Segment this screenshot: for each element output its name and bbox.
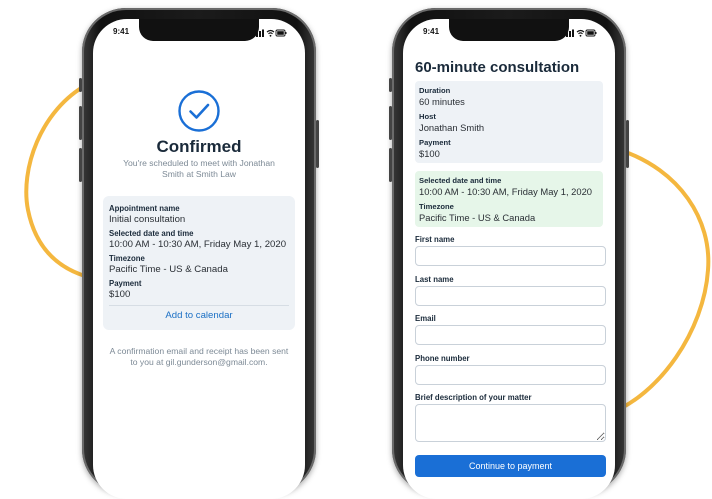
detail-value: Initial consultation [109, 214, 186, 225]
add-to-calendar-link[interactable]: Add to calendar [103, 310, 295, 321]
matter-description-label: Brief description of your matter [415, 393, 532, 402]
detail-label: Selected date and time [109, 229, 194, 238]
schedule-value: 10:00 AM - 10:30 AM, Friday May 1, 2020 [419, 186, 593, 197]
status-time: 9:41 [113, 27, 130, 36]
confirmation-subtitle: You're scheduled to meet with Jonathan S… [123, 158, 275, 179]
email-label: Email [415, 314, 436, 323]
matter-description-textarea[interactable] [415, 404, 606, 442]
signal-icon [563, 29, 574, 37]
email-input[interactable] [415, 325, 606, 345]
phone-booking-form: 9:41 60-minute consultation Duration 60 … [389, 8, 629, 499]
status-time: 9:41 [423, 27, 440, 36]
volume-up-button [389, 106, 392, 140]
status-icons [563, 29, 597, 37]
status-bar: 9:41 [93, 27, 305, 41]
detail-value: Pacific Time - US & Canada [109, 264, 228, 275]
detail-value: $100 [109, 289, 131, 300]
power-button [626, 120, 629, 168]
volume-up-button [79, 106, 82, 140]
wifi-icon [576, 29, 585, 37]
detail-label: Payment [109, 279, 142, 288]
summary-label: Duration [419, 86, 451, 95]
battery-icon [585, 29, 597, 37]
card-divider [109, 305, 289, 306]
summary-label: Host [419, 112, 436, 121]
summary-value: 60 minutes [419, 96, 465, 107]
mute-switch [79, 78, 82, 92]
phone-number-input[interactable] [415, 365, 606, 385]
continue-to-payment-button[interactable]: Continue to payment [415, 455, 606, 477]
confirmation-title: Confirmed [156, 137, 242, 156]
selected-schedule-card: Selected date and time 10:00 AM - 10:30 … [415, 171, 603, 227]
detail-label: Appointment name [109, 204, 180, 213]
wifi-icon [266, 29, 275, 37]
status-bar: 9:41 [403, 27, 615, 41]
detail-label: Timezone [109, 254, 145, 263]
consultation-title: 60-minute consultation [415, 59, 580, 76]
mute-switch [389, 78, 392, 92]
phone-number-label: Phone number [415, 354, 470, 363]
first-name-label: First name [415, 235, 455, 244]
volume-down-button [389, 148, 392, 182]
schedule-label: Timezone [419, 202, 454, 211]
appointment-details-card: Appointment name Initial consultation Se… [103, 196, 295, 330]
summary-label: Payment [419, 138, 451, 147]
detail-value: 10:00 AM - 10:30 AM, Friday May 1, 2020 [109, 239, 287, 250]
check-circle-icon [178, 90, 220, 132]
battery-icon [275, 29, 287, 37]
phone-confirmation: 9:41 Confirmed You're scheduled to meet … [79, 8, 319, 499]
consultation-summary-card: Duration 60 minutes Host Jonathan Smith … [415, 81, 603, 163]
confirmation-screen: 9:41 Confirmed You're scheduled to meet … [93, 19, 305, 499]
signal-icon [253, 29, 264, 37]
summary-value: Jonathan Smith [419, 122, 485, 133]
schedule-label: Selected date and time [419, 176, 502, 185]
confirmation-email-note: A confirmation email and receipt has bee… [109, 346, 289, 367]
summary-value: $100 [419, 148, 440, 159]
schedule-value: Pacific Time - US & Canada [419, 212, 536, 223]
first-name-input[interactable] [415, 246, 606, 266]
volume-down-button [79, 148, 82, 182]
power-button [316, 120, 319, 168]
booking-screen: 9:41 60-minute consultation Duration 60 … [403, 19, 615, 499]
status-icons [253, 29, 287, 37]
last-name-label: Last name [415, 275, 454, 284]
last-name-input[interactable] [415, 286, 606, 306]
